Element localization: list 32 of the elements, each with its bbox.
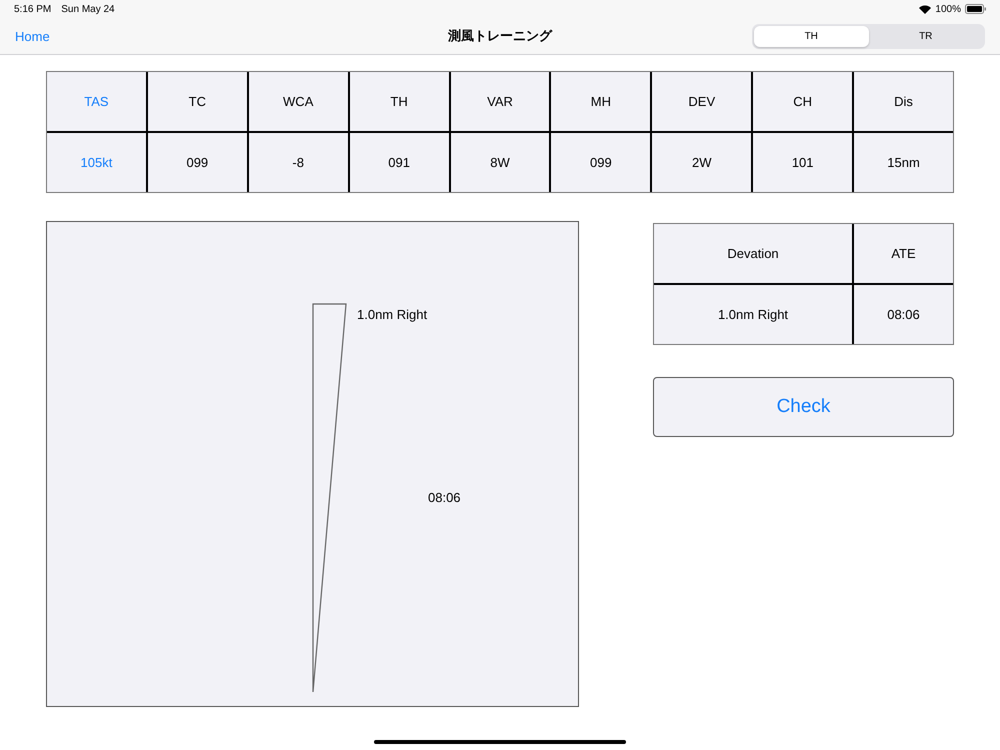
- header-cell: ATE: [854, 224, 953, 283]
- header-cell[interactable]: VAR: [450, 72, 550, 131]
- segment-tab[interactable]: TH: [754, 26, 868, 46]
- header-cell[interactable]: CH: [753, 72, 852, 131]
- table-cell[interactable]: 099: [551, 133, 650, 192]
- header-cell[interactable]: DEV: [652, 72, 752, 131]
- table-cell: 08:06: [854, 285, 953, 344]
- deviation-triangle-icon: [312, 303, 348, 694]
- table-cell[interactable]: 2W: [652, 133, 752, 192]
- table-cell: 1.0nm Right: [654, 285, 852, 344]
- table-cell[interactable]: -8: [248, 133, 348, 192]
- table-cell[interactable]: 8W: [450, 133, 550, 192]
- home-link[interactable]: Home: [15, 28, 50, 44]
- table-cell[interactable]: 099: [148, 133, 247, 192]
- battery-percent: 100%: [935, 4, 961, 14]
- table-cell[interactable]: 091: [350, 133, 449, 192]
- header-cell[interactable]: TC: [148, 72, 247, 131]
- battery-icon: [965, 4, 986, 14]
- header-cell[interactable]: WCA: [248, 72, 348, 131]
- header-cell: Devation: [654, 224, 852, 283]
- nav-title: 測風トレーニング: [448, 27, 552, 45]
- header-cell[interactable]: TH: [350, 72, 449, 131]
- deviation-label: 1.0nm Right: [357, 307, 428, 322]
- time-label: 08:06: [428, 490, 461, 505]
- wifi-icon: [919, 4, 932, 14]
- status-time: 5:16 PM: [14, 4, 52, 14]
- header-cell[interactable]: Dis: [854, 72, 953, 131]
- header-cell[interactable]: MH: [551, 72, 650, 131]
- segment-tab[interactable]: TR: [868, 26, 983, 46]
- status-date: Sun May 24: [61, 4, 115, 14]
- table-cell[interactable]: 15nm: [854, 133, 953, 192]
- table-cell[interactable]: 101: [753, 133, 852, 192]
